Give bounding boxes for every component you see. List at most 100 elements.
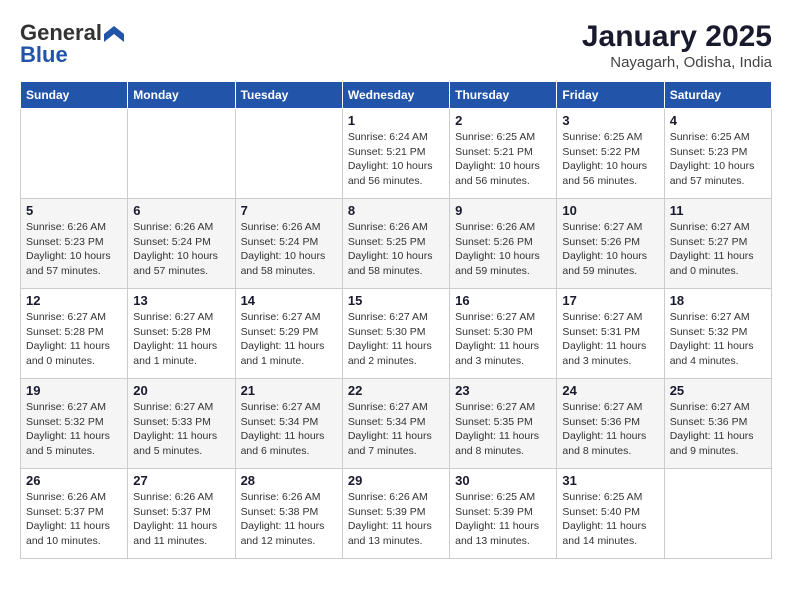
day-info: Sunrise: 6:26 AM Sunset: 5:26 PM Dayligh… — [455, 220, 551, 279]
day-info: Sunrise: 6:25 AM Sunset: 5:40 PM Dayligh… — [562, 490, 658, 549]
day-number: 30 — [455, 473, 551, 488]
day-info: Sunrise: 6:27 AM Sunset: 5:28 PM Dayligh… — [26, 310, 122, 369]
calendar-week-row: 19 Sunrise: 6:27 AM Sunset: 5:32 PM Dayli… — [21, 379, 772, 469]
day-number: 28 — [241, 473, 337, 488]
day-info: Sunrise: 6:26 AM Sunset: 5:25 PM Dayligh… — [348, 220, 444, 279]
calendar-week-row: 5Sunrise: 6:26 AM Sunset: 5:23 PM Daylig… — [21, 199, 772, 289]
table-row: 4 Sunrise: 6:25 AM Sunset: 5:23 PM Daylig… — [664, 109, 771, 199]
table-row — [128, 109, 235, 199]
col-friday: Friday — [557, 82, 664, 109]
day-number: 17 — [562, 293, 658, 308]
table-row: 18 Sunrise: 6:27 AM Sunset: 5:32 PM Dayli… — [664, 289, 771, 379]
day-number: 4 — [670, 113, 766, 128]
day-number: 18 — [670, 293, 766, 308]
day-number: 7 — [241, 203, 337, 218]
day-number: 20 — [133, 383, 229, 398]
table-row: 31 Sunrise: 6:25 AM Sunset: 5:40 PM Dayli… — [557, 469, 664, 559]
col-saturday: Saturday — [664, 82, 771, 109]
table-row: 2 Sunrise: 6:25 AM Sunset: 5:21 PM Daylig… — [450, 109, 557, 199]
table-row: 16 Sunrise: 6:27 AM Sunset: 5:30 PM Dayli… — [450, 289, 557, 379]
day-info: Sunrise: 6:26 AM Sunset: 5:24 PM Dayligh… — [133, 220, 229, 279]
table-row: 28 Sunrise: 6:26 AM Sunset: 5:38 PM Dayli… — [235, 469, 342, 559]
day-info: Sunrise: 6:26 AM Sunset: 5:37 PM Dayligh… — [133, 490, 229, 549]
table-row — [664, 469, 771, 559]
day-number: 19 — [26, 383, 122, 398]
day-number: 25 — [670, 383, 766, 398]
logo-icon — [104, 26, 124, 42]
day-info: Sunrise: 6:26 AM Sunset: 5:39 PM Dayligh… — [348, 490, 444, 549]
table-row: 11 Sunrise: 6:27 AM Sunset: 5:27 PM Dayli… — [664, 199, 771, 289]
logo: General Blue — [20, 20, 124, 68]
calendar-week-row: 26 Sunrise: 6:26 AM Sunset: 5:37 PM Dayli… — [21, 469, 772, 559]
day-number: 26 — [26, 473, 122, 488]
day-number: 9 — [455, 203, 551, 218]
table-row: 1Sunrise: 6:24 AM Sunset: 5:21 PM Daylig… — [342, 109, 449, 199]
table-row — [21, 109, 128, 199]
table-row: 6 Sunrise: 6:26 AM Sunset: 5:24 PM Daylig… — [128, 199, 235, 289]
table-row: 23 Sunrise: 6:27 AM Sunset: 5:35 PM Dayli… — [450, 379, 557, 469]
col-tuesday: Tuesday — [235, 82, 342, 109]
table-row: 12 Sunrise: 6:27 AM Sunset: 5:28 PM Dayli… — [21, 289, 128, 379]
day-info: Sunrise: 6:27 AM Sunset: 5:29 PM Dayligh… — [241, 310, 337, 369]
day-number: 2 — [455, 113, 551, 128]
calendar-table: Sunday Monday Tuesday Wednesday Thursday… — [20, 81, 772, 559]
day-number: 1 — [348, 113, 444, 128]
table-row: 14 Sunrise: 6:27 AM Sunset: 5:29 PM Dayli… — [235, 289, 342, 379]
table-row: 21Sunrise: 6:27 AM Sunset: 5:34 PM Dayli… — [235, 379, 342, 469]
day-number: 29 — [348, 473, 444, 488]
day-info: Sunrise: 6:25 AM Sunset: 5:21 PM Dayligh… — [455, 130, 551, 189]
table-row: 22Sunrise: 6:27 AM Sunset: 5:34 PM Dayli… — [342, 379, 449, 469]
day-number: 6 — [133, 203, 229, 218]
table-row: 9 Sunrise: 6:26 AM Sunset: 5:26 PM Daylig… — [450, 199, 557, 289]
day-info: Sunrise: 6:27 AM Sunset: 5:32 PM Dayligh… — [670, 310, 766, 369]
table-row: 3 Sunrise: 6:25 AM Sunset: 5:22 PM Daylig… — [557, 109, 664, 199]
day-number: 24 — [562, 383, 658, 398]
table-row: 17 Sunrise: 6:27 AM Sunset: 5:31 PM Dayli… — [557, 289, 664, 379]
day-info: Sunrise: 6:27 AM Sunset: 5:36 PM Dayligh… — [670, 400, 766, 459]
day-number: 10 — [562, 203, 658, 218]
day-info: Sunrise: 6:27 AM Sunset: 5:34 PM Dayligh… — [348, 400, 444, 459]
day-number: 11 — [670, 203, 766, 218]
table-row: 30 Sunrise: 6:25 AM Sunset: 5:39 PM Dayli… — [450, 469, 557, 559]
day-info: Sunrise: 6:25 AM Sunset: 5:22 PM Dayligh… — [562, 130, 658, 189]
day-info: Sunrise: 6:25 AM Sunset: 5:23 PM Dayligh… — [670, 130, 766, 189]
day-info: Sunrise: 6:27 AM Sunset: 5:34 PM Dayligh… — [241, 400, 337, 459]
table-row: 10 Sunrise: 6:27 AM Sunset: 5:26 PM Dayli… — [557, 199, 664, 289]
day-info: Sunrise: 6:27 AM Sunset: 5:26 PM Dayligh… — [562, 220, 658, 279]
day-info: Sunrise: 6:25 AM Sunset: 5:39 PM Dayligh… — [455, 490, 551, 549]
calendar-week-row: 12 Sunrise: 6:27 AM Sunset: 5:28 PM Dayli… — [21, 289, 772, 379]
table-row: 29 Sunrise: 6:26 AM Sunset: 5:39 PM Dayli… — [342, 469, 449, 559]
day-number: 23 — [455, 383, 551, 398]
col-sunday: Sunday — [21, 82, 128, 109]
table-row: 15Sunrise: 6:27 AM Sunset: 5:30 PM Dayli… — [342, 289, 449, 379]
day-number: 12 — [26, 293, 122, 308]
day-number: 16 — [455, 293, 551, 308]
day-info: Sunrise: 6:27 AM Sunset: 5:27 PM Dayligh… — [670, 220, 766, 279]
day-info: Sunrise: 6:27 AM Sunset: 5:31 PM Dayligh… — [562, 310, 658, 369]
calendar-week-row: 1Sunrise: 6:24 AM Sunset: 5:21 PM Daylig… — [21, 109, 772, 199]
calendar-subtitle: Nayagarh, Odisha, India — [582, 54, 772, 71]
table-row: 5Sunrise: 6:26 AM Sunset: 5:23 PM Daylig… — [21, 199, 128, 289]
day-info: Sunrise: 6:27 AM Sunset: 5:36 PM Dayligh… — [562, 400, 658, 459]
day-number: 27 — [133, 473, 229, 488]
day-number: 31 — [562, 473, 658, 488]
day-number: 3 — [562, 113, 658, 128]
table-row: 7 Sunrise: 6:26 AM Sunset: 5:24 PM Daylig… — [235, 199, 342, 289]
col-thursday: Thursday — [450, 82, 557, 109]
col-wednesday: Wednesday — [342, 82, 449, 109]
table-row — [235, 109, 342, 199]
day-info: Sunrise: 6:27 AM Sunset: 5:35 PM Dayligh… — [455, 400, 551, 459]
day-info: Sunrise: 6:26 AM Sunset: 5:38 PM Dayligh… — [241, 490, 337, 549]
day-number: 5 — [26, 203, 122, 218]
table-row: 25 Sunrise: 6:27 AM Sunset: 5:36 PM Dayli… — [664, 379, 771, 469]
table-row: 13Sunrise: 6:27 AM Sunset: 5:28 PM Dayli… — [128, 289, 235, 379]
calendar-header-row: Sunday Monday Tuesday Wednesday Thursday… — [21, 82, 772, 109]
day-info: Sunrise: 6:27 AM Sunset: 5:32 PM Dayligh… — [26, 400, 122, 459]
day-number: 14 — [241, 293, 337, 308]
day-info: Sunrise: 6:27 AM Sunset: 5:30 PM Dayligh… — [455, 310, 551, 369]
calendar-title: January 2025 — [582, 20, 772, 54]
page-header: General Blue January 2025 Nayagarh, Odis… — [20, 20, 772, 71]
table-row: 27 Sunrise: 6:26 AM Sunset: 5:37 PM Dayli… — [128, 469, 235, 559]
day-info: Sunrise: 6:26 AM Sunset: 5:24 PM Dayligh… — [241, 220, 337, 279]
table-row: 24 Sunrise: 6:27 AM Sunset: 5:36 PM Dayli… — [557, 379, 664, 469]
